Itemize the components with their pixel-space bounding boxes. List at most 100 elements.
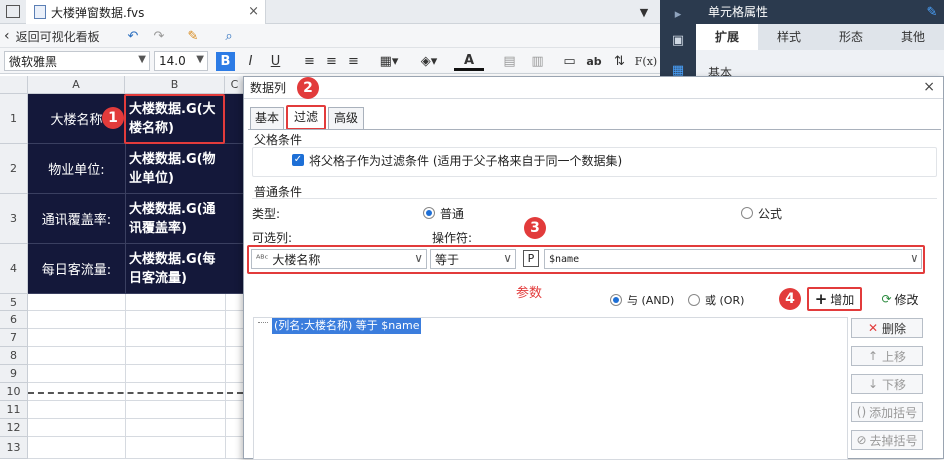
tree-connector [258, 322, 268, 323]
cell-attr-icon[interactable]: ▣ [668, 30, 688, 50]
empty-row[interactable] [28, 347, 243, 365]
text-color-button[interactable]: A [454, 52, 484, 71]
tab-expand[interactable]: 扩展 [696, 24, 758, 50]
italic-button[interactable]: I [241, 52, 260, 71]
cell-a2[interactable]: 物业单位: [28, 144, 125, 194]
move-up-button[interactable]: ↑ 上移 [851, 346, 923, 366]
or-radio[interactable] [688, 294, 700, 306]
move-down-button[interactable]: ↓ 下移 [851, 374, 923, 394]
row-header[interactable]: 11 [0, 401, 28, 419]
column-header-b[interactable]: B [125, 76, 225, 94]
cell-c3[interactable] [225, 194, 245, 244]
underline-button[interactable]: U [266, 52, 285, 71]
sheet-corner[interactable] [0, 76, 28, 94]
row-header[interactable]: 1 [0, 94, 28, 144]
cell-c2[interactable] [225, 144, 245, 194]
align-right-icon[interactable]: ≡ [344, 52, 363, 71]
merge-cells-icon[interactable]: ▤ [500, 52, 519, 71]
format-painter-icon[interactable]: ✎ [184, 27, 202, 45]
formula-button[interactable]: F(x) [634, 52, 658, 71]
unmerge-cells-icon[interactable]: ▥ [528, 52, 547, 71]
back-button[interactable]: ‹ 返回可视化看板 [4, 26, 100, 46]
parent-filter-checkbox[interactable]: ✓ [292, 154, 304, 166]
expand-panel-icon[interactable]: ▸ [670, 6, 686, 22]
font-family-select[interactable]: 微软雅黑 ▼ [4, 51, 150, 71]
sort-icon[interactable]: ⇅ [610, 52, 629, 71]
condition-list[interactable]: (列名:大楼名称) 等于 $name [253, 317, 848, 460]
cell-a4[interactable]: 每日客流量: [28, 244, 125, 294]
redo-icon[interactable]: ↷ [150, 27, 168, 45]
font-size-select[interactable]: 14.0 ▼ [154, 51, 208, 71]
edit-icon[interactable]: ✎ [924, 4, 940, 20]
bold-button[interactable]: B [216, 52, 235, 71]
operator-select[interactable]: 等于 ∨ [430, 249, 516, 269]
empty-row[interactable] [28, 437, 243, 459]
chevron-down-icon: ∨ [503, 251, 512, 265]
row-header[interactable]: 3 [0, 194, 28, 244]
row-header[interactable]: 13 [0, 437, 28, 459]
empty-row[interactable] [28, 311, 243, 329]
dialog-close-icon[interactable]: × [923, 79, 935, 95]
insert-row-icon[interactable]: ▭ [560, 52, 579, 71]
column-header-a[interactable]: A [28, 76, 125, 94]
preview-icon[interactable]: ⌕ [220, 27, 238, 45]
parameter-input[interactable]: $name ∨ [544, 249, 922, 269]
cell-b3[interactable]: 大楼数据.G(通讯覆盖率) [125, 194, 225, 244]
row-header[interactable]: 5 [0, 294, 28, 311]
empty-row[interactable] [28, 365, 243, 383]
and-radio[interactable] [610, 294, 622, 306]
type-normal-radio[interactable] [423, 207, 435, 219]
row-header[interactable]: 4 [0, 244, 28, 294]
modify-icon: ⟳ [881, 292, 892, 306]
type-formula-radio[interactable] [741, 207, 753, 219]
row-header[interactable]: 12 [0, 419, 28, 437]
tab-basic[interactable]: 基本 [250, 107, 284, 129]
type-normal-label: 普通 [440, 207, 465, 221]
align-center-icon[interactable]: ≡ [322, 52, 341, 71]
file-tab[interactable]: 大楼弹窗数据.fvs × [26, 0, 266, 24]
add-bracket-button[interactable]: () 添加括号 [851, 402, 923, 422]
tab-form[interactable]: 形态 [820, 24, 882, 50]
condition-item[interactable]: (列名:大楼名称) 等于 $name [272, 318, 422, 334]
tab-filter[interactable]: 过滤 [286, 105, 326, 130]
abc-button[interactable]: ab [584, 52, 604, 71]
row-header[interactable]: 9 [0, 365, 28, 383]
file-icon [34, 5, 46, 19]
back-button-label: 返回可视化看板 [15, 29, 100, 44]
row-header[interactable]: 8 [0, 347, 28, 365]
column-header-c[interactable]: C [225, 76, 245, 94]
cell-c4[interactable] [225, 244, 245, 294]
row-header[interactable]: 10 [0, 383, 28, 401]
fill-color-icon[interactable]: ◈▾ [414, 52, 444, 71]
group-divider [252, 198, 937, 199]
parameter-type-icon[interactable]: P [523, 250, 539, 267]
border-icon[interactable]: ▦▾ [374, 52, 404, 71]
tab-advanced[interactable]: 高级 [328, 107, 364, 129]
tab-other[interactable]: 其他 [882, 24, 944, 50]
row-header[interactable]: 2 [0, 144, 28, 194]
app-menu-icon[interactable] [6, 5, 20, 18]
modify-condition-button[interactable]: ⟳ 修改 [874, 289, 926, 309]
tab-style[interactable]: 样式 [758, 24, 820, 50]
plus-icon: + [814, 290, 828, 308]
add-condition-button[interactable]: + 增加 [807, 287, 862, 311]
undo-icon[interactable]: ↶ [124, 27, 142, 45]
column-select[interactable]: ᴬᴮᶜ 大楼名称 ∨ [251, 249, 427, 269]
empty-row[interactable] [28, 419, 243, 437]
cell-b4[interactable]: 大楼数据.G(每日客流量) [125, 244, 225, 294]
delete-condition-button[interactable]: ✕ 删除 [851, 318, 923, 338]
close-tab-icon[interactable]: × [248, 4, 259, 19]
empty-row[interactable] [28, 401, 243, 419]
cell-b2[interactable]: 大楼数据.G(物业单位) [125, 144, 225, 194]
row-header[interactable]: 6 [0, 311, 28, 329]
remove-bracket-button[interactable]: ⊘ 去掉括号 [851, 430, 923, 450]
row-header[interactable]: 7 [0, 329, 28, 347]
add-bracket-label: 添加括号 [869, 405, 918, 420]
empty-row[interactable] [28, 294, 243, 311]
tab-menu-icon[interactable]: ▼ [636, 4, 652, 20]
align-left-icon[interactable]: ≡ [300, 52, 319, 71]
cell-c1[interactable] [225, 94, 245, 144]
cell-a3[interactable]: 通讯覆盖率: [28, 194, 125, 244]
font-family-value: 微软雅黑 [9, 54, 58, 69]
empty-row[interactable] [28, 329, 243, 347]
